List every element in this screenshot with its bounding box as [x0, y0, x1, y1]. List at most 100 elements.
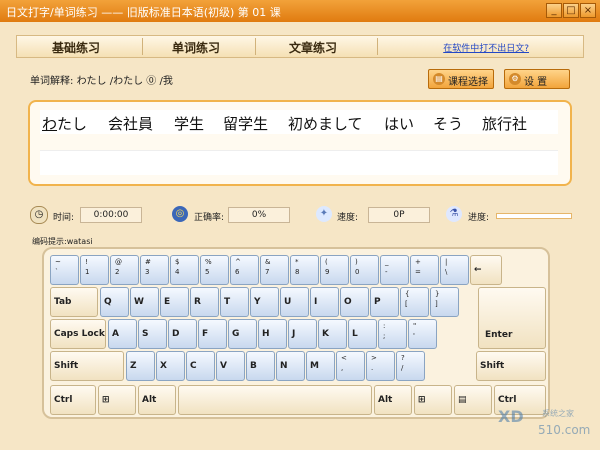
key-g[interactable]: G [228, 319, 257, 349]
key-][interactable]: }] [430, 287, 459, 317]
maximize-button[interactable]: □ [563, 3, 579, 18]
key-o[interactable]: O [340, 287, 369, 317]
key-label: R [194, 297, 201, 307]
accuracy-label: 正确率: [194, 213, 225, 223]
key-u[interactable]: U [280, 287, 309, 317]
key-c[interactable]: C [186, 351, 215, 381]
key-6[interactable]: ^ 6 [230, 255, 259, 285]
code-hint: 编码提示:watasi [32, 236, 93, 247]
key-v[interactable]: V [216, 351, 245, 381]
key-label: S [142, 329, 149, 339]
typing-input-line[interactable] [40, 150, 558, 175]
current-word-rest: たし [57, 115, 88, 133]
key-n[interactable]: N [276, 351, 305, 381]
key-d[interactable]: D [168, 319, 197, 349]
key-s[interactable]: S [138, 319, 167, 349]
key-h[interactable]: H [258, 319, 287, 349]
key-right-alt[interactable]: Alt [374, 385, 412, 415]
title-bar: 日文打字/单词练习 —— 旧版标准日本语(初级) 第 01 课 _ □ × [0, 0, 600, 22]
key-label: & [265, 258, 271, 266]
key-e[interactable]: E [160, 287, 189, 317]
key-punct[interactable]: " ' [408, 319, 437, 349]
current-word: わたし [42, 113, 87, 134]
key-x[interactable]: X [156, 351, 185, 381]
key-label: _ [385, 258, 389, 266]
key-label: F [202, 329, 209, 339]
key-\[interactable]: | \ [440, 255, 469, 285]
key-1[interactable]: ! 1 [80, 255, 109, 285]
tab-basic-practice[interactable]: 基础练习 [52, 39, 100, 56]
key-r[interactable]: R [190, 287, 219, 317]
key-b[interactable]: B [246, 351, 275, 381]
key-label: ( [325, 258, 328, 266]
key-j[interactable]: J [288, 319, 317, 349]
key-caps-lock[interactable]: Caps Lock [50, 319, 106, 349]
key-q[interactable]: Q [100, 287, 129, 317]
key-label: $ [175, 258, 180, 266]
settings-button[interactable]: ⚙ 设 置 [504, 69, 570, 89]
key-label: A [112, 329, 119, 339]
key-5[interactable]: % 5 [200, 255, 229, 285]
key-4[interactable]: $4 [170, 255, 199, 285]
key-8[interactable]: * 8 [290, 255, 319, 285]
key-right-shift[interactable]: Shift [476, 351, 546, 381]
key-z[interactable]: Z [126, 351, 155, 381]
key-left-ctrl[interactable]: Ctrl [50, 385, 96, 415]
key-label: Q [104, 297, 112, 307]
key-i[interactable]: I [310, 287, 339, 317]
close-button[interactable]: × [580, 3, 596, 18]
key-9[interactable]: (9 [320, 255, 349, 285]
key-7[interactable]: & 7 [260, 255, 289, 285]
key-tab[interactable]: Tab [50, 287, 98, 317]
key-p[interactable]: P [370, 287, 399, 317]
key-`[interactable]: ~ ` [50, 255, 79, 285]
key-punct[interactable]: :; [378, 319, 407, 349]
key-punct[interactable]: >. [366, 351, 395, 381]
key-space[interactable] [178, 385, 372, 415]
key-t[interactable]: T [220, 287, 249, 317]
word-item: 会社員 [108, 115, 154, 133]
tab-word-practice[interactable]: 单词练习 [172, 39, 220, 56]
key-y[interactable]: Y [250, 287, 279, 317]
key-label: ^ [235, 258, 241, 266]
key-label: , [341, 364, 344, 372]
key-backspace[interactable]: ← [470, 255, 502, 285]
key-menu[interactable]: ▤ [454, 385, 492, 415]
key-label: [ [405, 300, 408, 308]
key-[[interactable]: {[ [400, 287, 429, 317]
lesson-select-button[interactable]: ▤ 课程选择 [428, 69, 494, 89]
key-3[interactable]: #3 [140, 255, 169, 285]
key-label: ; [383, 332, 386, 340]
key-0[interactable]: ) 0 [350, 255, 379, 285]
key-=[interactable]: + = [410, 255, 439, 285]
time-label: 时间: [53, 213, 75, 223]
key-f[interactable]: F [198, 319, 227, 349]
current-char: わ [42, 115, 58, 133]
key-k[interactable]: K [318, 319, 347, 349]
key--[interactable]: _ - [380, 255, 409, 285]
minimize-button[interactable]: _ [546, 3, 562, 18]
word-item: 留学生 [223, 115, 269, 133]
key-label: / [401, 364, 404, 372]
key-enter[interactable]: Enter [478, 287, 546, 349]
key-label: U [284, 297, 292, 307]
key-m[interactable]: M [306, 351, 335, 381]
tab-article-practice[interactable]: 文章练习 [289, 39, 337, 56]
key-label: X [160, 361, 167, 371]
key-punct[interactable]: <, [336, 351, 365, 381]
key-label: @ [115, 258, 122, 266]
key-w[interactable]: W [130, 287, 159, 317]
help-link[interactable]: 在软件中打不出日文? [443, 41, 529, 54]
key-punct[interactable]: ? / [396, 351, 425, 381]
key-label: : [383, 322, 386, 330]
key-l[interactable]: L [348, 319, 377, 349]
key-left-win[interactable]: ⊞ [98, 385, 136, 415]
key-left-shift[interactable]: Shift [50, 351, 124, 381]
key-label: \ [445, 268, 448, 276]
key-label: Shift [54, 361, 79, 371]
key-left-alt[interactable]: Alt [138, 385, 176, 415]
key-a[interactable]: A [108, 319, 137, 349]
key-right-win[interactable]: ⊞ [414, 385, 452, 415]
key-label: Tab [54, 297, 72, 307]
key-2[interactable]: @2 [110, 255, 139, 285]
